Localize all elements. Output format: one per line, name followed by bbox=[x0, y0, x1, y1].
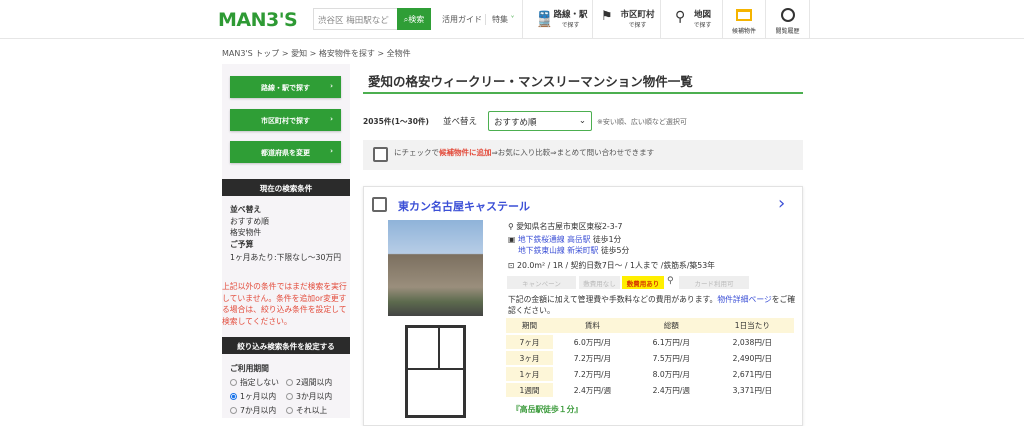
search-by-city-button[interactable]: 市区町村で探す › bbox=[230, 109, 341, 131]
clock-icon bbox=[780, 8, 795, 22]
nav-city[interactable]: ⚑ 市区町村 で探す bbox=[592, 0, 660, 39]
change-prefecture-button[interactable]: 都道府県を変更 › bbox=[230, 141, 341, 163]
nav-favorites[interactable]: 候補物件 bbox=[722, 0, 765, 39]
period-1m[interactable]: 1ヶ月以内 bbox=[230, 390, 286, 404]
property-photo[interactable] bbox=[388, 220, 483, 316]
logo[interactable]: MAN3'S bbox=[218, 9, 298, 31]
floor-plan-icon: ⊡ bbox=[508, 261, 515, 270]
breadcrumb-cheap[interactable]: 格安物件を探す bbox=[319, 49, 375, 58]
map-area-icon: ⚑ bbox=[601, 9, 613, 24]
pin-icon: ⚲ bbox=[508, 222, 514, 231]
search-button[interactable]: ⌕検索 bbox=[397, 8, 431, 30]
pin-icon: ⚲ bbox=[667, 276, 674, 286]
hint-checkbox bbox=[373, 147, 388, 162]
period-2w[interactable]: 2週間以内 bbox=[286, 378, 332, 387]
nav-route[interactable]: 🚆 路線・駅 で探す bbox=[522, 0, 592, 39]
table-row: 7ヶ月 6.0万円/月 6.1万円/月 2,038円/日 bbox=[506, 334, 794, 351]
guide-link[interactable]: 活用ガイド bbox=[442, 14, 482, 25]
current-conditions-heading: 現在の検索条件 bbox=[222, 179, 350, 196]
period-7m[interactable]: 7か月以内 bbox=[230, 404, 286, 418]
sort-label: 並べ替え bbox=[443, 117, 478, 127]
chevron-down-icon: ˅ bbox=[510, 15, 515, 24]
current-conditions: 並べ替え おすすめ順 格安物件 ご予算 1ヶ月あたり:下限なし〜30万円 bbox=[230, 205, 342, 262]
train-icon: 🚆 bbox=[535, 10, 554, 28]
tag-card: カード利用可 bbox=[679, 276, 749, 289]
favorite-checkbox[interactable] bbox=[372, 197, 387, 212]
property-name[interactable]: 東カン名古屋キャステール bbox=[398, 198, 530, 214]
chevron-right-icon: › bbox=[330, 82, 333, 90]
breadcrumb-all: 全物件 bbox=[386, 49, 411, 58]
sort-select[interactable]: おすすめ順 ⌄ bbox=[488, 111, 592, 131]
tag-campaign: キャンペーン bbox=[507, 276, 576, 289]
breadcrumb: MAN3'S トップ > 愛知 > 格安物件を探す > 全物件 bbox=[222, 49, 411, 58]
pin-icon: ⚲ bbox=[675, 9, 686, 25]
tag-no-deposit: 敷費用なし bbox=[579, 276, 620, 289]
tag-deposit: 敷費用あり bbox=[622, 276, 664, 289]
chevron-down-icon: ⌄ bbox=[578, 116, 586, 126]
period-none[interactable]: 指定しない bbox=[230, 376, 286, 390]
train-icon: ▣ bbox=[508, 235, 516, 244]
property-specs: ⊡ 20.0m² / 1R / 契約日数7日〜 / 1人まで /鉄筋系/築53年 bbox=[508, 261, 715, 270]
floor-plan[interactable] bbox=[405, 325, 466, 418]
search-input[interactable]: 渋谷区 梅田駅など bbox=[313, 8, 398, 30]
folder-icon bbox=[736, 9, 752, 21]
search-by-route-button[interactable]: 路線・駅で探す › bbox=[230, 76, 341, 98]
compare-hint-bar: にチェックで候補物件に追加⇒お気に入り比較⇒まとめて問い合わせできます bbox=[363, 140, 803, 170]
breadcrumb-top[interactable]: MAN3'S トップ bbox=[222, 49, 279, 58]
period-radios: 指定しない 2週間以内 1ヶ月以内 3か月以内 7か月以内 それ以上 bbox=[230, 376, 332, 418]
period-more[interactable]: それ以上 bbox=[286, 406, 327, 415]
property-access: ▣ 地下鉄桜通線 高岳駅 徒歩1分 地下鉄東山線 新栄町駅 徒歩5分 bbox=[508, 235, 630, 255]
breadcrumb-aichi[interactable]: 愛知 bbox=[291, 49, 307, 58]
table-row: 3ヶ月 7.2万円/月 7.5万円/月 2,490円/日 bbox=[506, 350, 794, 367]
cost-note: 下記の金額に加えて管理費や手数料などの費用があります。物件詳細ページをご確認くだ… bbox=[508, 295, 796, 315]
feature-link[interactable]: 特集 ˅ bbox=[485, 14, 515, 25]
chevron-right-icon: › bbox=[330, 115, 333, 123]
page-title: 愛知の格安ウィークリー・マンスリーマンション物件一覧 bbox=[368, 74, 693, 89]
period-label: ご利用期間 bbox=[230, 364, 269, 373]
property-catchphrase: 『高岳駅徒歩１分』 bbox=[512, 405, 583, 414]
sort-note: ※安い順、広い順など選択可 bbox=[597, 118, 687, 126]
nav-history[interactable]: 閲覧履歴 bbox=[765, 0, 810, 39]
table-header: 期間 賃料 総額 1日当たり bbox=[506, 318, 794, 335]
chevron-right-icon: › bbox=[330, 147, 333, 155]
chevron-right-icon[interactable]: › bbox=[778, 193, 785, 214]
price-table: 期間 賃料 総額 1日当たり 7ヶ月 6.0万円/月 6.1万円/月 2,038円/日 3ヶ… bbox=[506, 318, 794, 399]
property-address: ⚲ 愛知県名古屋市東区東桜2-3-7 bbox=[508, 222, 623, 231]
title-divider bbox=[363, 92, 803, 94]
period-3m[interactable]: 3か月以内 bbox=[286, 392, 332, 401]
table-row: 1週間 2.4万円/週 2.4万円/週 3,371円/日 bbox=[506, 382, 794, 399]
refine-heading: 絞り込み検索条件を設定する bbox=[222, 337, 350, 354]
nav-map[interactable]: ⚲ 地図 で探す bbox=[660, 0, 722, 39]
search-notice: 上記以外の条件ではまだ検索を実行していません。条件を追加or変更する場合は、絞り… bbox=[222, 282, 347, 327]
result-count: 2035件(1〜30件) bbox=[363, 117, 429, 126]
table-row: 1ヶ月 7.2万円/月 8.0万円/月 2,671円/日 bbox=[506, 366, 794, 383]
